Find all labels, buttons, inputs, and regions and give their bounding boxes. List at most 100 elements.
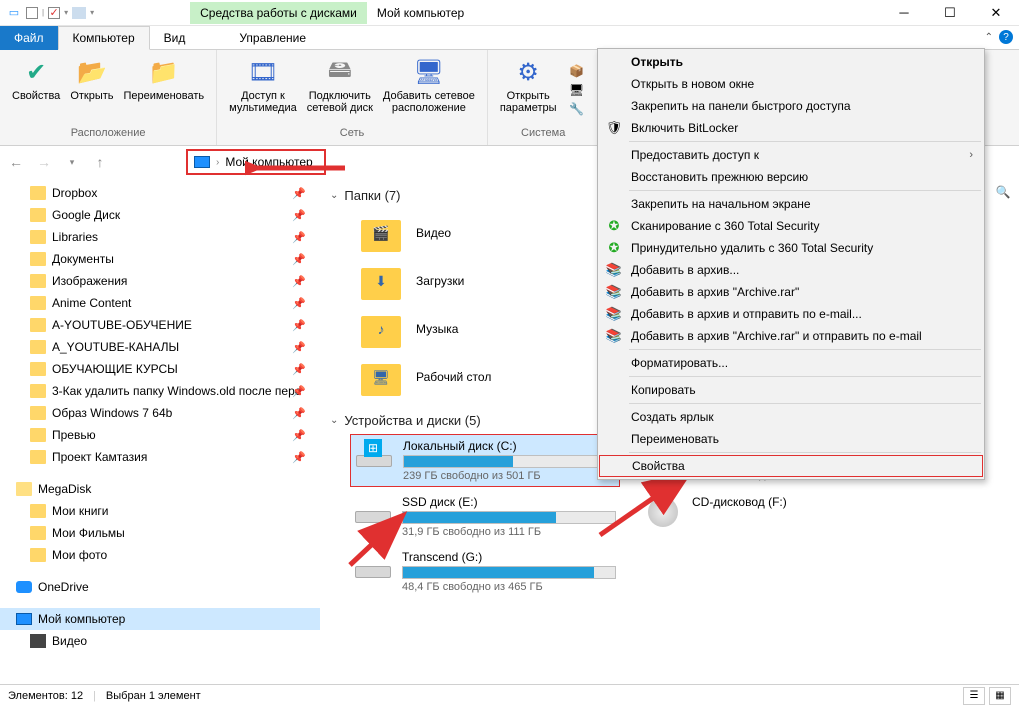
tab-manage[interactable]: Управление xyxy=(225,26,320,50)
maximize-button[interactable]: ☐ xyxy=(927,0,973,26)
open-settings-button[interactable]: ⚙ Открыть параметры xyxy=(496,54,561,125)
ctx-bitlocker[interactable]: 🛡Включить BitLocker xyxy=(599,117,983,139)
drive-item[interactable]: SSD диск (E:)31,9 ГБ свободно из 111 ГБ xyxy=(350,491,620,542)
sidebar-item[interactable]: Превью📌 xyxy=(0,424,320,446)
folder-icon xyxy=(16,482,32,496)
close-button[interactable]: ✕ xyxy=(973,0,1019,26)
ctx-rename[interactable]: Переименовать xyxy=(599,428,983,450)
drive-item[interactable]: Transcend (G:)48,4 ГБ свободно из 465 ГБ xyxy=(350,546,620,597)
qat-properties-icon[interactable]: ✓ xyxy=(48,7,60,19)
qat-new-folder-icon[interactable] xyxy=(72,7,86,19)
qat-checkbox-icon[interactable] xyxy=(26,7,38,19)
open-button[interactable]: 📂 Открыть xyxy=(66,54,117,125)
sidebar-item[interactable]: Google Диск📌 xyxy=(0,204,320,226)
pin-icon: 📌 xyxy=(292,231,306,244)
sidebar-item[interactable]: Anime Content📌 xyxy=(0,292,320,314)
system-properties-button[interactable]: 🖥 xyxy=(567,81,587,99)
ctx-scan-360[interactable]: ✪Сканирование с 360 Total Security xyxy=(599,215,983,237)
recent-button[interactable]: ▾ xyxy=(60,150,84,174)
forward-button[interactable]: → xyxy=(32,150,56,174)
manage-button[interactable]: 🔧 xyxy=(567,100,587,118)
add-network-location-button[interactable]: 🖥 Добавить сетевое расположение xyxy=(379,54,479,125)
tab-computer[interactable]: Компьютер xyxy=(58,26,150,50)
ctx-format[interactable]: Форматировать... xyxy=(599,352,983,374)
up-button[interactable]: ↑ xyxy=(88,150,112,174)
folder-icon xyxy=(30,274,46,288)
ctx-create-shortcut[interactable]: Создать ярлык xyxy=(599,406,983,428)
minimize-button[interactable]: ─ xyxy=(881,0,927,26)
sidebar-item[interactable]: A_YOUTUBE-КАНАЛЫ📌 xyxy=(0,336,320,358)
sidebar-item-mypc[interactable]: Мой компьютер xyxy=(0,608,320,630)
tab-view[interactable]: Вид xyxy=(150,26,200,50)
sidebar-item[interactable]: Libraries📌 xyxy=(0,226,320,248)
sidebar-item[interactable]: Dropbox📌 xyxy=(0,182,320,204)
folder-icon xyxy=(30,340,46,354)
sidebar-item[interactable]: ОБУЧАЮЩИЕ КУРСЫ📌 xyxy=(0,358,320,380)
sidebar-item[interactable]: Проект Камтазия📌 xyxy=(0,446,320,468)
sidebar-item[interactable]: Мои фото xyxy=(0,544,320,566)
properties-button[interactable]: ✔ Свойства xyxy=(8,54,64,125)
context-tab-label: Средства работы с дисками xyxy=(190,2,367,24)
address-bar[interactable]: › Мой компьютер xyxy=(186,149,326,175)
pin-icon: 📌 xyxy=(292,297,306,310)
back-button[interactable]: ← xyxy=(4,150,28,174)
ctx-archive-named-email[interactable]: 📚Добавить в архив "Archive.rar" и отправ… xyxy=(599,325,983,347)
collapse-ribbon-icon[interactable]: ⌃ xyxy=(985,32,993,43)
shield-icon: 🛡 xyxy=(605,119,623,137)
winrar-icon: 📚 xyxy=(605,283,623,301)
drive-item[interactable]: ⊞Локальный диск (C:)239 ГБ свободно из 5… xyxy=(350,434,620,487)
drive-icon xyxy=(644,495,682,525)
drive-icon xyxy=(354,495,392,525)
sidebar-item-megadisk[interactable]: MegaDisk xyxy=(0,478,320,500)
winrar-icon: 📚 xyxy=(605,261,623,279)
sidebar-item[interactable]: Образ Windows 7 64b📌 xyxy=(0,402,320,424)
folder-large-icon: ⬇ xyxy=(360,261,402,301)
shield-green-icon: ✪ xyxy=(605,217,623,235)
drive-item[interactable]: CD-дисковод (F:) xyxy=(640,491,910,542)
ctx-archive-email[interactable]: 📚Добавить в архив и отправить по e-mail.… xyxy=(599,303,983,325)
ctx-copy[interactable]: Копировать xyxy=(599,379,983,401)
ctx-delete-360[interactable]: ✪Принудительно удалить с 360 Total Secur… xyxy=(599,237,983,259)
pin-icon: 📌 xyxy=(292,429,306,442)
folder-large-icon: 🖥 xyxy=(360,357,402,397)
sidebar-item-onedrive[interactable]: OneDrive xyxy=(0,576,320,598)
uninstall-programs-button[interactable]: 📦 xyxy=(567,62,587,80)
ctx-pin-start[interactable]: Закрепить на начальном экране xyxy=(599,193,983,215)
icons-view-button[interactable]: ▦ xyxy=(989,687,1011,705)
tab-file[interactable]: Файл xyxy=(0,26,58,50)
ctx-add-archive-named[interactable]: 📚Добавить в архив "Archive.rar" xyxy=(599,281,983,303)
pc-icon: 🖥 xyxy=(569,82,585,98)
folder-icon xyxy=(30,406,46,420)
sidebar-item[interactable]: 3-Как удалить папку Windows.old после пе… xyxy=(0,380,320,402)
ctx-open[interactable]: Открыть xyxy=(599,51,983,73)
sidebar-item-video[interactable]: Видео xyxy=(0,630,320,652)
ctx-restore-version[interactable]: Восстановить прежнюю версию xyxy=(599,166,983,188)
folder-icon xyxy=(30,230,46,244)
sidebar-item[interactable]: A-YOUTUBE-ОБУЧЕНИЕ📌 xyxy=(0,314,320,336)
folder-icon xyxy=(30,504,46,518)
folder-icon xyxy=(30,526,46,540)
media-access-button[interactable]: 🎞 Доступ к мультимедиа xyxy=(225,54,301,125)
ctx-add-archive[interactable]: 📚Добавить в архив... xyxy=(599,259,983,281)
folder-icon xyxy=(30,450,46,464)
folder-icon xyxy=(30,252,46,266)
title-bar: ▭ | ✓ ▾ ▾ Средства работы с дисками Мой … xyxy=(0,0,1019,26)
drive-icon: 🖴 xyxy=(324,56,356,88)
ctx-open-new-window[interactable]: Открыть в новом окне xyxy=(599,73,983,95)
rename-button[interactable]: 📁 Переименовать xyxy=(120,54,209,125)
winrar-icon: 📚 xyxy=(605,305,623,323)
sidebar-item[interactable]: Изображения📌 xyxy=(0,270,320,292)
folder-icon xyxy=(30,548,46,562)
map-drive-button[interactable]: 🖴 Подключить сетевой диск xyxy=(303,54,377,125)
help-icon[interactable]: ? xyxy=(999,30,1013,44)
ctx-pin-quick-access[interactable]: Закрепить на панели быстрого доступа xyxy=(599,95,983,117)
sidebar-item[interactable]: Мои Фильмы xyxy=(0,522,320,544)
ctx-properties[interactable]: Свойства xyxy=(599,455,983,477)
breadcrumb[interactable]: Мой компьютер xyxy=(225,155,312,169)
details-view-button[interactable]: ☰ xyxy=(963,687,985,705)
sidebar-item[interactable]: Мои книги xyxy=(0,500,320,522)
folder-icon xyxy=(30,318,46,332)
sidebar-item[interactable]: Документы📌 xyxy=(0,248,320,270)
ctx-share[interactable]: Предоставить доступ к› xyxy=(599,144,983,166)
onedrive-icon xyxy=(16,581,32,593)
